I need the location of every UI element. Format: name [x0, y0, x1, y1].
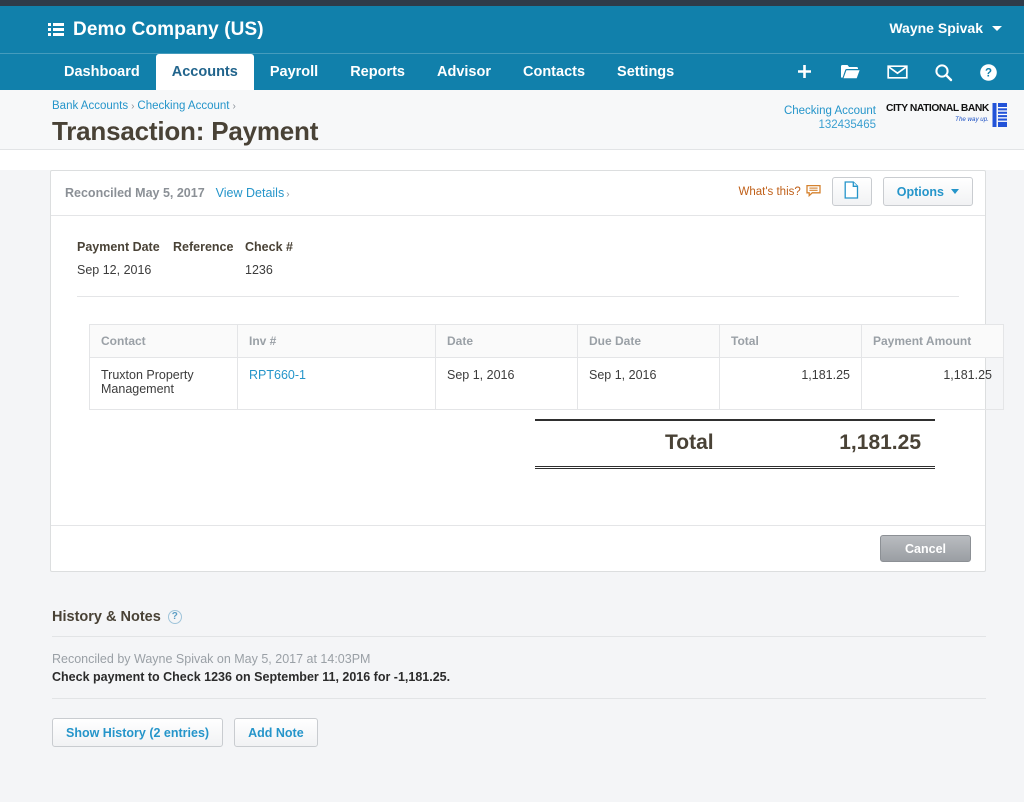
total-row: Total 1,181.25	[535, 419, 935, 469]
meta-value: Sep 12, 2016	[77, 263, 152, 277]
invoice-link[interactable]: RPT660-1	[249, 368, 306, 382]
history-title: History & Notes ?	[52, 609, 986, 637]
company-name[interactable]: Demo Company (US)	[73, 19, 264, 41]
card-header: Reconciled May 5, 2017 View Details › Wha…	[51, 171, 985, 216]
view-details-chevron-icon: ›	[286, 189, 290, 200]
history-entry: Reconciled by Wayne Spivak on May 5, 201…	[52, 637, 986, 699]
table-header-row: Contact Inv # Date Due Date Total Paymen…	[89, 324, 1004, 358]
breadcrumb-separator-icon-2: ›	[232, 101, 236, 112]
speech-bubble-icon	[806, 184, 821, 200]
history-entry-description: Check payment to Check 1236 on September…	[52, 670, 451, 684]
card-header-actions: What's this? Options	[739, 177, 973, 206]
app-bar: Demo Company (US) Wayne Spivak Dashboard…	[0, 6, 1024, 90]
col-contact: Contact	[89, 324, 238, 358]
bank-logo-mark-icon	[992, 102, 1008, 128]
nav-tab-reports[interactable]: Reports	[334, 54, 421, 90]
nav-tab-payroll[interactable]: Payroll	[254, 54, 334, 90]
page-body: Reconciled May 5, 2017 View Details › Wha…	[0, 170, 1024, 802]
meta-check-number: Check # 1236	[245, 240, 365, 277]
view-details-link[interactable]: View Details ›	[216, 186, 290, 200]
breadcrumb-separator-icon: ›	[131, 101, 135, 112]
total-value: 1,181.25	[839, 431, 921, 454]
chevron-down-icon	[992, 25, 1002, 31]
col-payment-amount: Payment Amount	[861, 324, 1004, 358]
transaction-card: Reconciled May 5, 2017 View Details › Wha…	[50, 170, 1004, 572]
breadcrumb: Bank Accounts › Checking Account ›	[52, 99, 1024, 114]
cell-total: 1,181.25	[719, 357, 862, 410]
nav-icon-group: ?	[795, 54, 1006, 90]
brand-row: Demo Company (US) Wayne Spivak	[0, 6, 1024, 53]
card-spacer	[77, 469, 959, 525]
cell-contact: Truxton Property Management	[89, 357, 238, 410]
account-number: 132435465	[818, 119, 876, 131]
main-nav: Dashboard Accounts Payroll Reports Advis…	[0, 53, 1024, 90]
plus-icon[interactable]	[795, 63, 814, 82]
col-due-date: Due Date	[577, 324, 720, 358]
meta-label: Check #	[245, 240, 293, 254]
meta-value: 1236	[245, 263, 273, 277]
history-notes-section: History & Notes ? Reconciled by Wayne Sp…	[52, 609, 986, 747]
help-icon[interactable]: ?	[167, 610, 182, 624]
col-date: Date	[435, 324, 578, 358]
card-footer: Cancel	[51, 525, 985, 571]
nav-tab-advisor[interactable]: Advisor	[421, 54, 507, 90]
whats-this-label: What's this?	[738, 185, 801, 198]
meta-payment-date: Payment Date Sep 12, 2016	[77, 240, 161, 277]
user-name: Wayne Spivak	[889, 20, 983, 36]
nav-tab-accounts[interactable]: Accounts	[155, 54, 254, 90]
user-menu[interactable]: Wayne Spivak	[889, 20, 1002, 36]
bank-logo: CITY NATIONAL BANK The way up.	[886, 102, 1007, 128]
breadcrumb-bank-accounts[interactable]: Bank Accounts	[52, 100, 128, 112]
table-row: Truxton Property Management RPT660-1 Sep…	[89, 357, 1004, 410]
meta-label: Payment Date	[77, 240, 160, 254]
card-body: Payment Date Sep 12, 2016 Reference Chec…	[51, 216, 1004, 525]
col-total: Total	[719, 324, 862, 358]
options-label: Options	[896, 184, 944, 199]
cell-payment-amount: 1,181.25	[861, 357, 1004, 410]
col-inv: Inv #	[237, 324, 436, 358]
help-icon[interactable]: ?	[979, 63, 998, 82]
options-button[interactable]: Options	[882, 177, 973, 206]
history-title-label: History & Notes	[52, 609, 161, 625]
meta-reference: Reference	[173, 240, 233, 277]
search-icon[interactable]	[934, 63, 953, 82]
folder-icon[interactable]	[840, 63, 861, 81]
nav-tab-contacts[interactable]: Contacts	[507, 54, 601, 90]
nav-tab-settings[interactable]: Settings	[601, 54, 690, 90]
account-name: Checking Account	[783, 105, 876, 117]
line-items-wrap: Contact Inv # Date Due Date Total Paymen…	[77, 297, 1004, 469]
reconciled-status: Reconciled May 5, 2017	[65, 186, 205, 200]
breadcrumb-checking-account[interactable]: Checking Account	[137, 100, 229, 112]
line-items-table: Contact Inv # Date Due Date Total Paymen…	[89, 324, 1004, 410]
total-label: Total	[665, 431, 714, 454]
view-details-label: View Details	[215, 186, 285, 200]
sub-header: Bank Accounts › Checking Account › Transact…	[0, 90, 1024, 150]
cancel-button[interactable]: Cancel	[880, 535, 971, 562]
nav-tab-dashboard[interactable]: Dashboard	[48, 54, 156, 90]
page-title: Transaction: Payment	[52, 116, 319, 146]
cell-inv[interactable]: RPT660-1	[237, 357, 436, 410]
history-entry-meta: Reconciled by Wayne Spivak on May 5, 201…	[52, 652, 371, 666]
list-menu-icon[interactable]	[48, 23, 64, 36]
cell-date: Sep 1, 2016	[435, 357, 578, 410]
show-history-button[interactable]: Show History (2 entries)	[52, 718, 224, 747]
document-button[interactable]	[831, 177, 872, 206]
document-icon	[844, 181, 859, 202]
bank-logo-name: CITY NATIONAL BANK	[886, 103, 989, 114]
envelope-icon[interactable]	[887, 64, 908, 80]
meta-label: Reference	[173, 240, 234, 254]
payment-meta: Payment Date Sep 12, 2016 Reference Chec…	[77, 240, 959, 297]
chevron-down-icon	[951, 189, 959, 194]
history-actions: Show History (2 entries) Add Note	[52, 718, 986, 747]
whats-this-link[interactable]: What's this?	[739, 184, 821, 200]
account-summary[interactable]: Checking Account 132435465	[784, 104, 876, 132]
svg-text:?: ?	[985, 67, 992, 79]
add-note-button[interactable]: Add Note	[234, 718, 318, 747]
cell-due-date: Sep 1, 2016	[577, 357, 720, 410]
bank-logo-tagline: The way up.	[955, 116, 989, 123]
